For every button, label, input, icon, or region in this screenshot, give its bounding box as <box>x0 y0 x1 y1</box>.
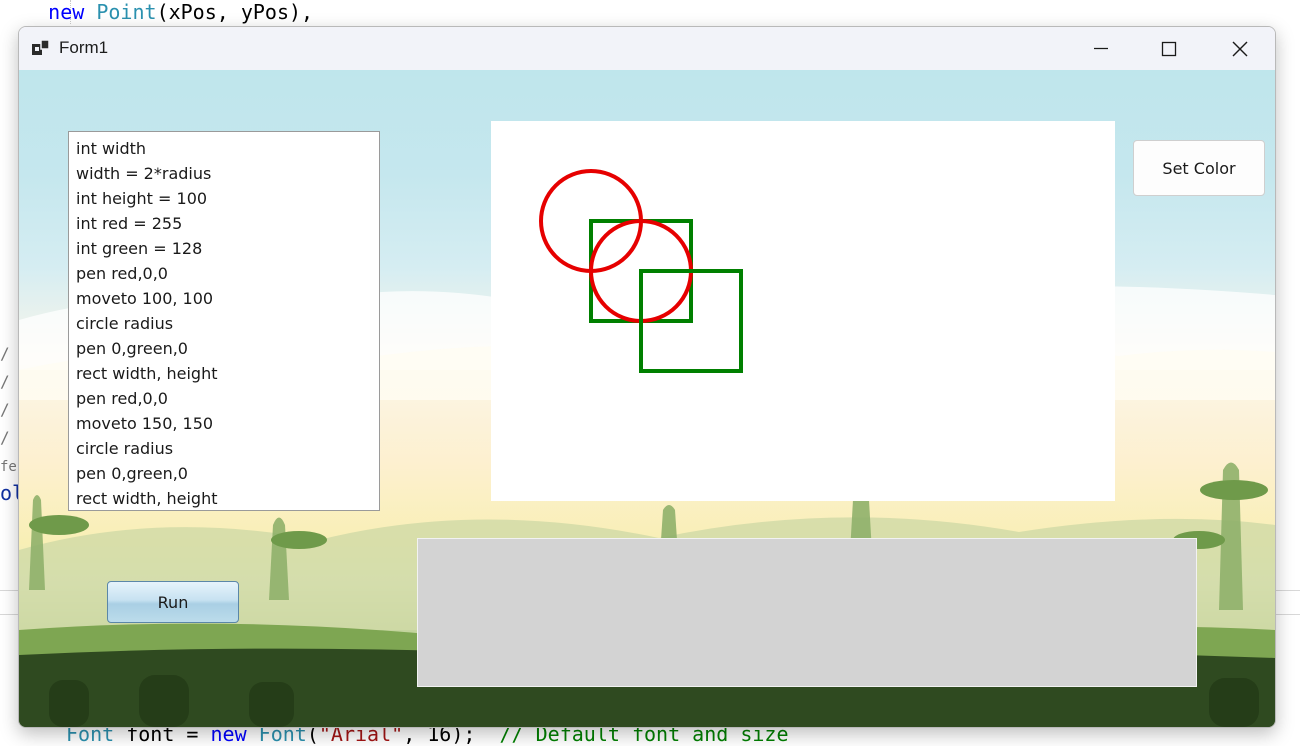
drawing-surface <box>539 169 743 373</box>
gutter-mark: / <box>0 372 10 391</box>
form-app-icon <box>32 39 50 55</box>
form-client-area: int width width = 2*radius int height = … <box>19 70 1275 727</box>
code-line[interactable]: int red = 255 <box>76 211 379 236</box>
maximize-button[interactable] <box>1134 27 1204 70</box>
code-line[interactable]: width = 2*radius <box>76 161 379 186</box>
editor-top-line: new Point(xPos, yPos), <box>48 0 314 24</box>
code-line[interactable]: circle radius <box>76 311 379 336</box>
code-line[interactable]: int height = 100 <box>76 186 379 211</box>
close-button[interactable] <box>1205 27 1275 70</box>
maximize-icon <box>1161 41 1177 57</box>
code-line[interactable]: rect width, height <box>76 486 379 510</box>
code-line[interactable]: circle radius <box>76 436 379 461</box>
code-line[interactable]: moveto 150, 150 <box>76 411 379 436</box>
gutter-mark: / <box>0 344 10 363</box>
close-icon <box>1232 41 1248 57</box>
keyword-new: new <box>48 0 85 24</box>
minimize-button[interactable] <box>1066 27 1136 70</box>
code-line[interactable]: rect width, height <box>76 361 379 386</box>
run-button[interactable]: Run <box>107 581 239 623</box>
set-color-button[interactable]: Set Color <box>1133 140 1265 196</box>
title-bar[interactable]: Form1 <box>19 27 1275 70</box>
minimize-icon <box>1094 47 1108 50</box>
code-line[interactable]: pen red,0,0 <box>76 261 379 286</box>
form-window: Form1 int width width = 2*radius int hei… <box>18 26 1276 728</box>
code-line[interactable]: pen 0,green,0 <box>76 461 379 486</box>
drawing-canvas[interactable] <box>491 121 1115 501</box>
code-line[interactable]: moveto 100, 100 <box>76 286 379 311</box>
code-line[interactable]: pen red,0,0 <box>76 386 379 411</box>
window-title: Form1 <box>59 38 109 57</box>
type-point: Point <box>96 0 157 24</box>
gutter-mark: / <box>0 428 10 447</box>
code-line[interactable]: int width <box>76 136 379 161</box>
code-line[interactable]: pen 0,green,0 <box>76 336 379 361</box>
code-line[interactable]: int green = 128 <box>76 236 379 261</box>
code-listbox[interactable]: int width width = 2*radius int height = … <box>68 131 380 511</box>
output-panel <box>417 538 1197 687</box>
gutter-mark: / <box>0 400 10 419</box>
